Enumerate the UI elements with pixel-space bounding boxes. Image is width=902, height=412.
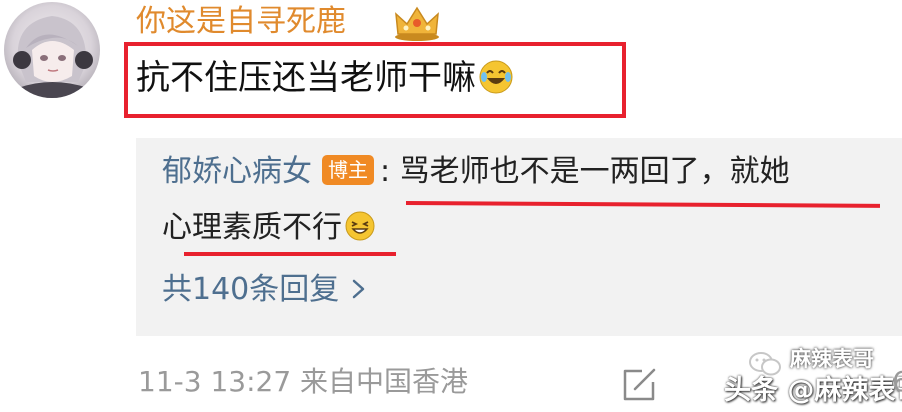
comment-text-content: 抗不住压还当老师干嘛	[136, 58, 476, 98]
partial-count: 6	[892, 365, 902, 398]
reply-text-line1: 骂老师也不是一两回了，就她	[399, 154, 790, 189]
grin-icon	[345, 211, 375, 241]
avatar[interactable]	[4, 2, 100, 98]
highlight-underline-2	[184, 252, 396, 256]
comment-screenshot: 你这是自寻死鹿 抗不住压还当老师干嘛 郁娇心病女 博主: 骂老师也不是一两回了，就…	[0, 0, 902, 412]
watermark-bottom: 头条 @麻辣表哥	[724, 375, 902, 406]
comment-username[interactable]: 你这是自寻死鹿	[136, 2, 346, 42]
gold-crown-icon	[395, 6, 439, 41]
reply-author[interactable]: 郁娇心病女	[162, 154, 312, 189]
author-badge: 博主	[322, 155, 374, 185]
comment-text: 抗不住压还当老师干嘛	[136, 52, 514, 104]
share-edit-icon[interactable]	[620, 366, 658, 404]
reply-count-label: 共140条回复	[162, 272, 340, 307]
reply-first-line: 郁娇心病女 博主: 骂老师也不是一两回了，就她	[162, 150, 790, 194]
comment-location: 来自中国香港	[300, 365, 469, 398]
laugh-cry-icon	[479, 60, 513, 94]
comment-meta: 11-3 13:27 来自中国香港	[138, 362, 468, 402]
reply-separator: :	[380, 154, 391, 189]
reply-text-line2: 心理素质不行	[162, 210, 342, 245]
comment-time: 11-3 13:27	[138, 365, 292, 398]
view-replies-link[interactable]: 共140条回复	[162, 268, 367, 312]
avatar-illustration-icon	[13, 16, 93, 98]
watermark-top: 麻辣表哥	[790, 347, 874, 371]
chevron-right-icon	[353, 279, 365, 299]
reply-second-line: 心理素质不行	[162, 206, 376, 250]
